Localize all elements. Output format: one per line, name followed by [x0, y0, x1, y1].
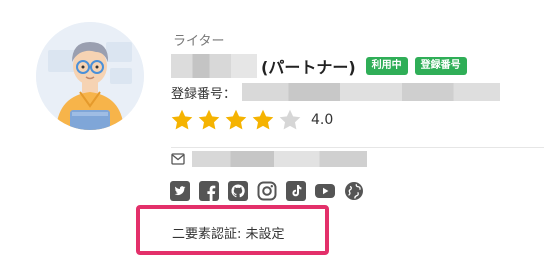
- star-filled-icon: [225, 109, 247, 130]
- registration-label: 登録番号：: [171, 86, 237, 102]
- registration-row: 登録番号：: [171, 82, 501, 102]
- globe-icon[interactable]: [344, 181, 364, 201]
- avatar: [36, 22, 144, 130]
- star-filled-icon: [252, 109, 274, 130]
- facebook-icon[interactable]: [199, 181, 219, 201]
- star-empty-icon: [279, 109, 301, 130]
- name-suffix: (パートナー): [261, 58, 356, 77]
- role-label: ライター: [173, 34, 225, 49]
- name-redacted: [171, 54, 257, 78]
- name-row: (パートナー) 利用中 登録番号: [171, 53, 474, 79]
- two-factor-status: 二要素認証: 未設定: [172, 227, 285, 242]
- rating-value: 4.0: [311, 112, 334, 128]
- registration-badge: 登録番号: [414, 57, 467, 75]
- email-row: [171, 151, 367, 167]
- instagram-icon[interactable]: [257, 181, 277, 201]
- tiktok-icon[interactable]: [286, 181, 306, 201]
- social-links: [170, 181, 373, 201]
- star-filled-icon: [198, 109, 220, 130]
- email-redacted: [192, 151, 367, 167]
- star-filled-icon: [171, 109, 193, 130]
- divider: [171, 147, 544, 148]
- youtube-icon[interactable]: [315, 181, 335, 201]
- mail-icon: [171, 153, 185, 165]
- rating: 4.0: [170, 108, 333, 132]
- github-icon[interactable]: [228, 181, 248, 201]
- registration-number-redacted: [242, 83, 501, 101]
- twitter-icon[interactable]: [170, 181, 190, 201]
- status-badge: 利用中: [365, 57, 408, 75]
